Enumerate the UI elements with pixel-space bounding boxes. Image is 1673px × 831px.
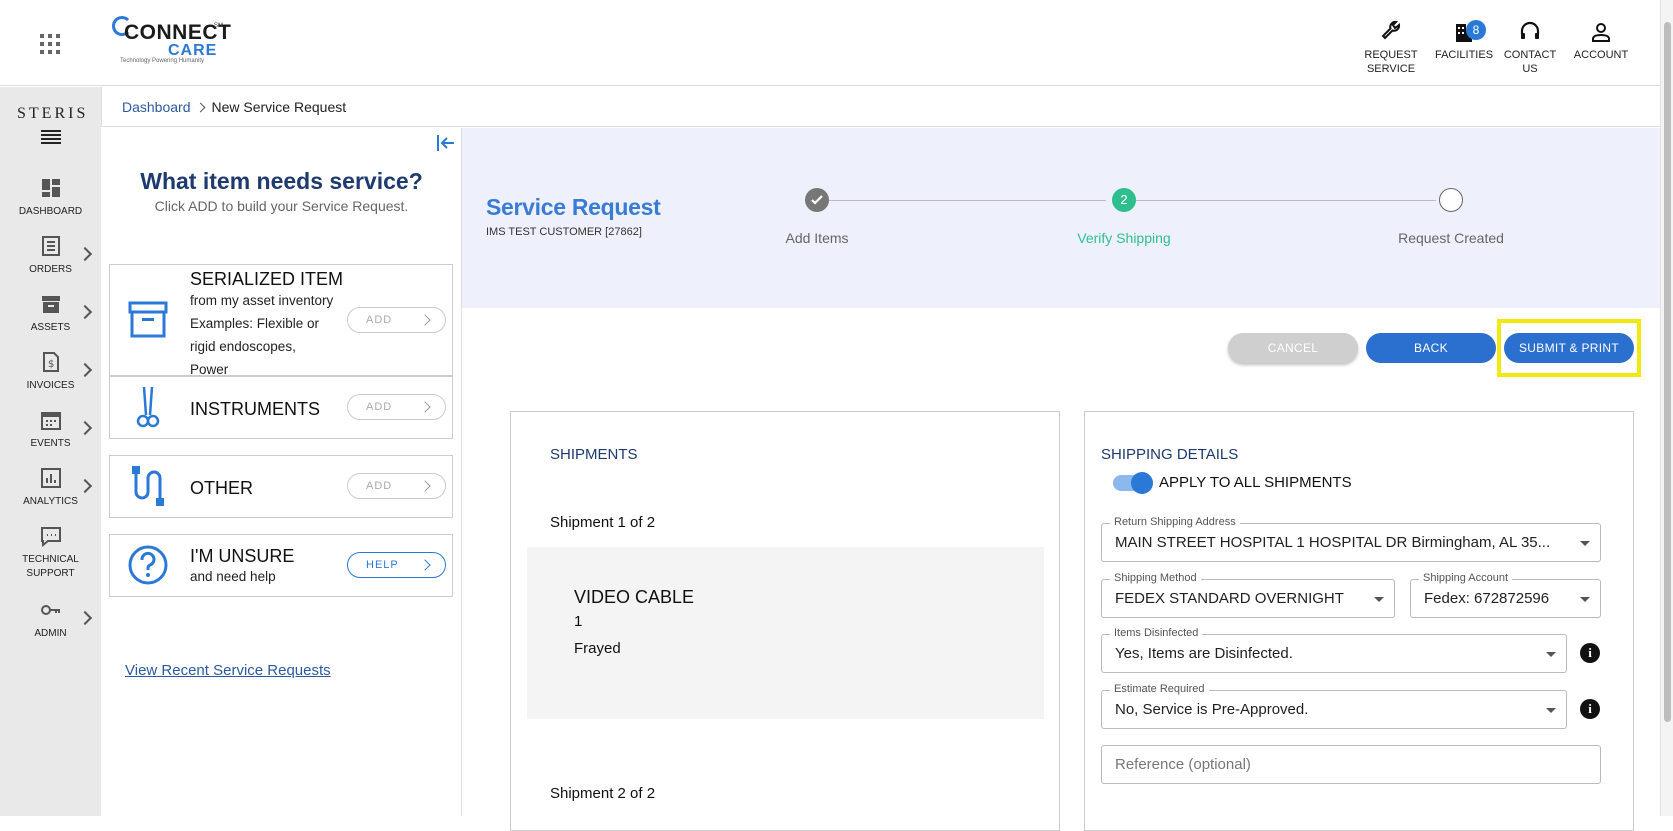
headset-icon — [1520, 21, 1540, 39]
card-description: and need help — [190, 569, 276, 584]
sidebar: STERIS DASHBOARD ORDERS ASSETS $ INVOICE… — [0, 87, 101, 816]
card-description: from my asset inventory Examples: Flexib… — [190, 293, 334, 377]
panel-title: What item needs service? — [140, 168, 423, 194]
shipment-item-card[interactable]: VIDEO CABLE 1 Frayed — [527, 547, 1044, 719]
breadcrumb-dashboard-link[interactable]: Dashboard — [122, 99, 191, 115]
card-title: SERIALIZED ITEM — [190, 269, 344, 289]
key-icon — [40, 605, 60, 615]
back-button[interactable]: BACK — [1366, 333, 1496, 363]
step-1-complete-check-icon — [805, 188, 829, 212]
nav-facilities[interactable]: 8 FACILITIES — [1429, 20, 1499, 62]
card-title: OTHER — [190, 478, 253, 498]
shipments-title: SHIPMENTS — [550, 446, 638, 463]
step-connector — [816, 200, 1106, 201]
nav-account[interactable]: ACCOUNT — [1570, 20, 1632, 62]
card-instruments: INSTRUMENTS ADD — [109, 376, 453, 439]
shipping-method-select[interactable]: Shipping Method FEDEX STANDARD OVERNIGHT — [1101, 572, 1395, 618]
question-circle-icon — [128, 545, 168, 585]
apply-all-label: APPLY TO ALL SHIPMENTS — [1159, 474, 1352, 491]
return-address-select[interactable]: Return Shipping Address MAIN STREET HOSP… — [1101, 516, 1601, 562]
card-other: OTHER ADD — [109, 455, 453, 518]
nav-contact-us[interactable]: CONTACT US — [1500, 20, 1560, 76]
card-title: I'M UNSURE — [190, 546, 295, 566]
archive-icon — [41, 296, 60, 313]
estimate-required-select[interactable]: Estimate Required No, Service is Pre-App… — [1101, 683, 1567, 729]
request-header: Service Request IMS TEST CUSTOMER [27862… — [462, 128, 1660, 308]
reference-input[interactable]: Reference (optional) — [1101, 745, 1601, 784]
page-title: Service Request — [486, 194, 661, 220]
highlight-box — [1497, 319, 1641, 377]
dropdown-arrow-icon — [1546, 708, 1556, 713]
analytics-icon — [40, 468, 61, 488]
connect-care-logo[interactable]: CONNECT SM CARE Technology Powering Huma… — [112, 16, 232, 68]
cancel-button[interactable]: CANCEL — [1228, 333, 1358, 363]
top-bar: CONNECT SM CARE Technology Powering Huma… — [0, 0, 1660, 86]
facilities-count-badge: 8 — [1466, 20, 1486, 40]
invoice-icon: $ — [42, 352, 59, 372]
shipping-account-select[interactable]: Shipping Account Fedex: 672872596 — [1410, 572, 1601, 618]
step-connector — [1136, 200, 1436, 201]
dropdown-arrow-icon — [1546, 652, 1556, 657]
step-2-indicator: 2 — [1112, 188, 1136, 212]
add-other-button[interactable]: ADD — [347, 473, 446, 499]
step-3-label: Request Created — [1398, 230, 1504, 246]
item-picker-panel: What item needs service? Click ADD to bu… — [101, 128, 462, 816]
add-instruments-button[interactable]: ADD — [347, 394, 446, 420]
service-request-main: Service Request IMS TEST CUSTOMER [27862… — [462, 128, 1660, 831]
nav-request-service[interactable]: REQUEST SERVICE — [1356, 20, 1426, 76]
card-unsure: I'M UNSURE and need help HELP — [109, 534, 453, 597]
view-recent-requests-link[interactable]: View Recent Service Requests — [125, 662, 331, 679]
wrench-icon — [1381, 20, 1401, 40]
archive-box-icon — [128, 301, 168, 338]
scrollbar-thumb[interactable] — [1664, 22, 1671, 722]
items-disinfected-select[interactable]: Items Disinfected Yes, Items are Disinfe… — [1101, 627, 1567, 673]
cable-icon — [132, 466, 164, 506]
info-icon[interactable]: i — [1580, 643, 1600, 663]
collapse-panel-icon[interactable] — [435, 132, 457, 154]
panel-subtitle: Click ADD to build your Service Request. — [154, 198, 409, 214]
help-button[interactable]: HELP — [347, 552, 446, 578]
shipment-1-label: Shipment 1 of 2 — [550, 514, 656, 531]
breadcrumb: Dashboard New Service Request — [101, 87, 1660, 127]
sidebar-item-dashboard[interactable]: DASHBOARD — [0, 177, 101, 219]
card-serialized-item: SERIALIZED ITEM from my asset inventory … — [109, 264, 453, 377]
step-3-indicator — [1439, 188, 1463, 212]
dropdown-arrow-icon — [1580, 597, 1590, 602]
orders-icon — [41, 236, 60, 256]
shipments-panel: SHIPMENTS Shipment 1 of 2 VIDEO CABLE 1 … — [510, 411, 1060, 831]
apply-all-toggle[interactable] — [1113, 472, 1153, 494]
item-name: VIDEO CABLE — [574, 587, 695, 607]
svg-text:$: $ — [48, 359, 54, 370]
breadcrumb-current: New Service Request — [211, 99, 347, 115]
step-2-label: Verify Shipping — [1077, 230, 1171, 246]
card-title: INSTRUMENTS — [190, 399, 320, 419]
steris-logo: STERIS — [17, 105, 89, 122]
dashboard-icon — [41, 179, 60, 197]
item-quantity: 1 — [574, 613, 583, 630]
item-issue: Frayed — [574, 640, 621, 657]
page-scrollbar[interactable] — [1660, 0, 1673, 816]
app-grid-icon[interactable] — [40, 34, 60, 54]
dropdown-arrow-icon — [1580, 541, 1590, 546]
info-icon[interactable]: i — [1580, 699, 1600, 719]
user-icon — [1592, 23, 1610, 42]
shipping-details-title: SHIPPING DETAILS — [1101, 446, 1239, 463]
scissors-forceps-icon — [136, 386, 160, 428]
chat-icon — [40, 527, 61, 547]
customer-name: IMS TEST CUSTOMER [27862] — [486, 226, 642, 238]
sidebar-item-technical-support[interactable]: TECHNICAL SUPPORT — [0, 525, 101, 581]
add-serialized-button[interactable]: ADD — [347, 307, 446, 333]
step-1-label: Add Items — [785, 230, 849, 246]
dropdown-arrow-icon — [1374, 597, 1384, 602]
breadcrumb-chevron-icon — [195, 102, 205, 113]
shipping-details-panel: SHIPPING DETAILS APPLY TO ALL SHIPMENTS … — [1084, 411, 1634, 831]
calendar-icon — [40, 412, 61, 430]
steris-mark-icon — [41, 130, 61, 144]
shipment-2-label: Shipment 2 of 2 — [550, 785, 656, 802]
